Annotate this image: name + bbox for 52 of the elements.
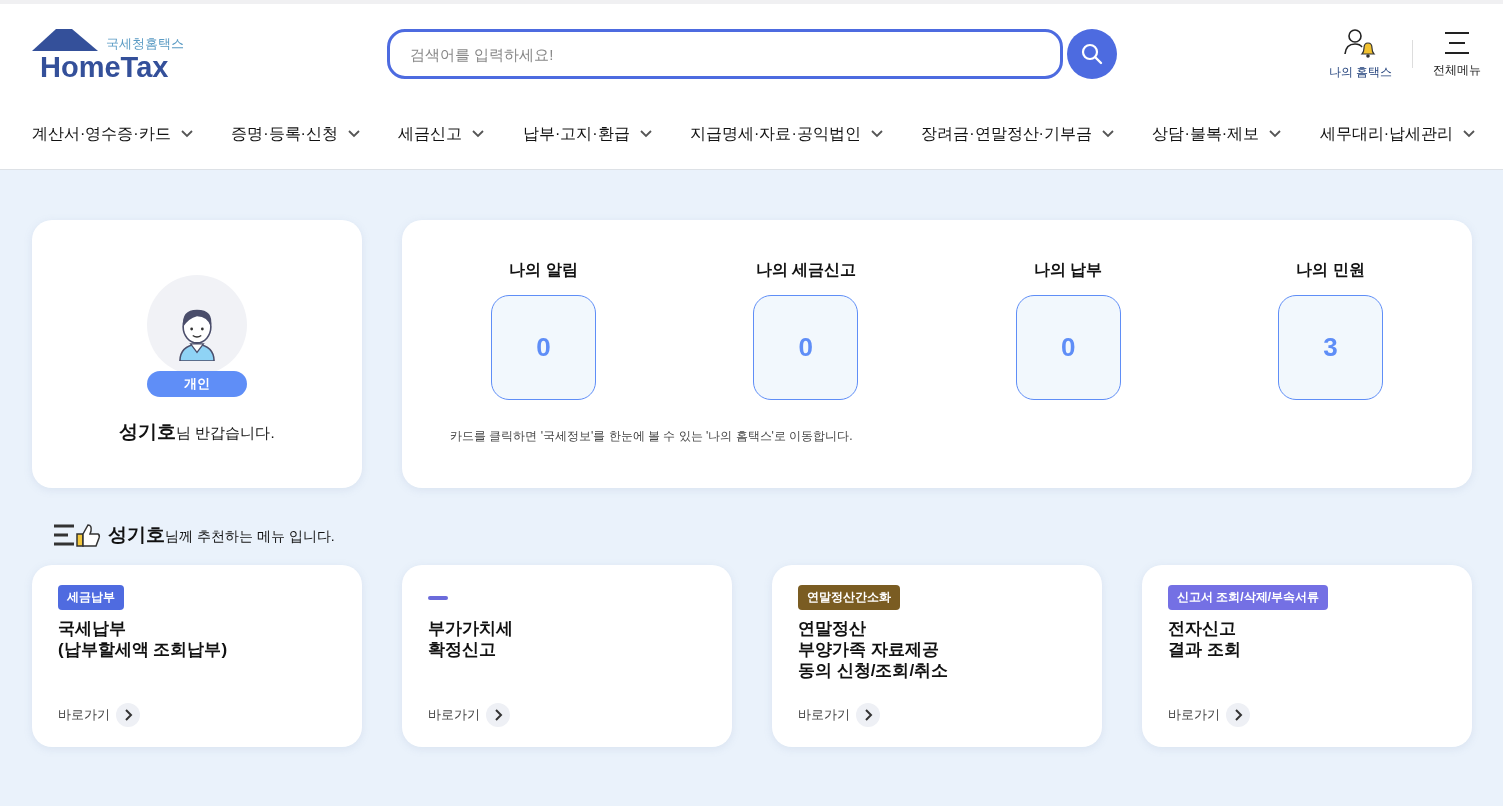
summary-title: 나의 알림: [509, 260, 578, 280]
search-field[interactable]: 검색어를 입력하세요!: [387, 29, 1063, 79]
greeting-text: 성기호님 반갑습니다.: [119, 420, 275, 444]
summary-title: 나의 민원: [1296, 260, 1365, 280]
chevron-down-icon: [472, 130, 485, 138]
recommend-heading: 성기호님께 추천하는 메뉴 입니다.: [108, 523, 335, 547]
menu-title: 부가가치세 확정신고: [428, 618, 513, 660]
menu-title: 연말정산 부양가족 자료제공 동의 신청/조회/취소: [798, 618, 949, 681]
search-icon: [1080, 42, 1104, 66]
nav-menu-item[interactable]: 세금신고: [398, 114, 485, 154]
recommend-card[interactable]: 세금납부 국세납부 (납부할세액 조회납부) 바로가기: [32, 565, 362, 747]
my-hometax-button[interactable]: 나의 홈택스: [1328, 27, 1392, 81]
chevron-down-icon: [1269, 130, 1282, 138]
all-menu-button[interactable]: 전체메뉴: [1433, 29, 1481, 79]
search-button[interactable]: [1067, 29, 1117, 79]
chevron-down-icon: [870, 130, 883, 138]
hometax-logo[interactable]: 국세청홈택스 HomeTax: [32, 27, 184, 81]
shortcut-link[interactable]: 바로가기: [428, 703, 510, 727]
chevron-down-icon: [1463, 130, 1475, 138]
category-tag: 신고서 조회/삭제/부속서류: [1168, 585, 1328, 610]
shortcut-link[interactable]: 바로가기: [1168, 703, 1250, 727]
category-tag: 세금납부: [58, 585, 124, 610]
nav-menu-item[interactable]: 증명·등록·신청: [231, 114, 360, 154]
nav-menu-item[interactable]: 장려금·연말정산·기부금: [921, 114, 1114, 154]
recommend-card[interactable]: 부가가치세 확정신고 바로가기: [402, 565, 732, 747]
category-tag: 연말정산간소화: [798, 585, 900, 610]
menu-icon: [1443, 29, 1471, 56]
user-type-badge: 개인: [147, 371, 247, 397]
shortcut-link[interactable]: 바로가기: [798, 703, 880, 727]
recommend-card[interactable]: 연말정산간소화 연말정산 부양가족 자료제공 동의 신청/조회/취소 바로가기: [772, 565, 1102, 747]
chevron-down-icon: [180, 130, 193, 138]
thumbs-up-list-icon: [52, 522, 102, 548]
shortcut-link[interactable]: 바로가기: [58, 703, 140, 727]
nav-menu-item[interactable]: 계산서·영수증·카드: [32, 114, 193, 154]
menu-title: 전자신고 결과 조회: [1168, 618, 1241, 660]
user-bell-icon: [1344, 27, 1377, 58]
menu-title: 국세납부 (납부할세액 조회납부): [58, 618, 228, 660]
summary-title: 나의 납부: [1033, 260, 1103, 280]
chevron-right-icon: [1226, 703, 1250, 727]
chevron-down-icon: [1101, 130, 1114, 138]
chevron-right-icon: [856, 703, 880, 727]
nav-menu-item[interactable]: 지급명세·자료·공익법인: [690, 114, 883, 154]
chevron-down-icon: [639, 130, 652, 138]
nav-menu-item[interactable]: 납부·고지·환급: [522, 114, 652, 154]
nav-menu-item[interactable]: 세무대리·납세관리: [1319, 114, 1475, 154]
nav-menu-item[interactable]: 상담·불복·제보: [1152, 114, 1282, 154]
chevron-down-icon: [347, 130, 360, 138]
chevron-right-icon: [486, 703, 510, 727]
summary-title: 나의 세금신고: [755, 260, 857, 280]
chevron-right-icon: [116, 703, 140, 727]
recommend-card[interactable]: 신고서 조회/삭제/부속서류 전자신고 결과 조회 바로가기: [1142, 565, 1472, 747]
summary-note: 카드를 클릭하면 '국세정보'를 한눈에 볼 수 있는 '나의 홈택스'로 이동합니다.: [450, 428, 854, 445]
